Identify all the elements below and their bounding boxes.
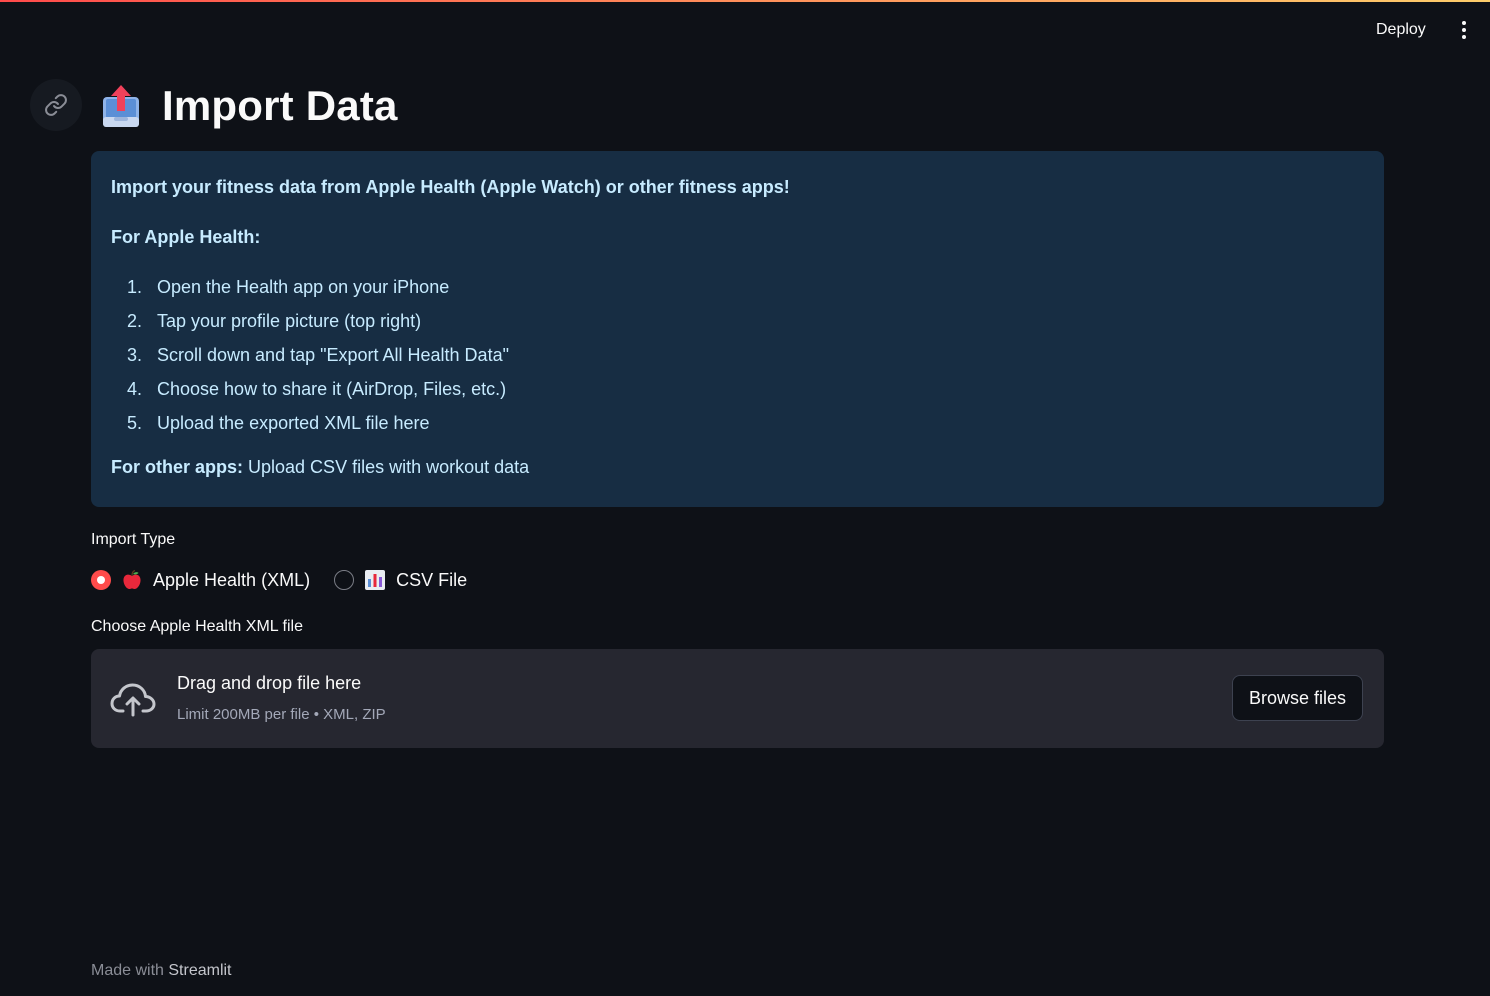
footer-brand-link[interactable]: Streamlit — [168, 962, 231, 979]
main-menu-button[interactable] — [1448, 14, 1480, 46]
dropzone-limit-text: Limit 200MB per file • XML, ZIP — [177, 706, 386, 723]
footer: Made with Streamlit — [91, 962, 232, 980]
page-title: Import Data — [162, 82, 398, 129]
browse-files-button[interactable]: Browse files — [1232, 675, 1363, 721]
outbox-tray-icon — [103, 85, 139, 127]
cloud-upload-icon — [110, 683, 156, 717]
top-decoration-bar — [0, 0, 1490, 2]
info-intro: Import your fitness data from Apple Heal… — [111, 177, 790, 197]
radio-label-csv[interactable]: CSV File — [396, 570, 467, 591]
file-dropzone[interactable]: Drag and drop file here Limit 200MB per … — [91, 649, 1384, 748]
list-item: Open the Health app on your iPhone — [147, 273, 1364, 301]
file-uploader-label: Choose Apple Health XML file — [91, 618, 303, 635]
list-item: Scroll down and tap "Export All Health D… — [147, 341, 1364, 369]
bar-chart-icon — [365, 570, 386, 590]
link-icon — [45, 94, 67, 116]
page-title-row: Import Data — [100, 76, 398, 136]
info-alert: Import your fitness data from Apple Heal… — [91, 151, 1384, 507]
footer-prefix: Made with — [91, 962, 169, 979]
streamlit-app: Deploy Import Data Import your fitness d… — [0, 0, 1490, 996]
list-item: Tap your profile picture (top right) — [147, 307, 1364, 335]
dropzone-title: Drag and drop file here — [177, 673, 362, 693]
radio-unchecked-indicator[interactable] — [334, 570, 355, 590]
radio-option-csv[interactable]: CSV File — [334, 569, 467, 591]
apple-health-heading: For Apple Health: — [111, 227, 261, 247]
list-item: Choose how to share it (AirDrop, Files, … — [147, 375, 1364, 403]
more-vertical-icon — [1462, 21, 1466, 39]
radio-checked-indicator[interactable] — [91, 570, 111, 590]
red-apple-icon — [123, 569, 141, 590]
deploy-button[interactable]: Deploy — [1360, 14, 1442, 46]
import-type-radio-group: Apple Health (XML) CSV File — [91, 566, 467, 594]
radio-option-apple-health[interactable]: Apple Health (XML) — [91, 569, 310, 591]
steps-list: Open the Health app on your iPhone Tap y… — [111, 273, 1364, 437]
radio-label-apple-health[interactable]: Apple Health (XML) — [153, 570, 310, 591]
other-apps-note: For other apps: Upload CSV files with wo… — [111, 453, 1364, 481]
import-type-label: Import Type — [91, 531, 176, 548]
list-item: Upload the exported XML file here — [147, 409, 1364, 437]
other-apps-text: Upload CSV files with workout data — [243, 457, 530, 477]
header-anchor-link[interactable] — [30, 79, 82, 131]
other-apps-label: For other apps: — [111, 457, 244, 477]
